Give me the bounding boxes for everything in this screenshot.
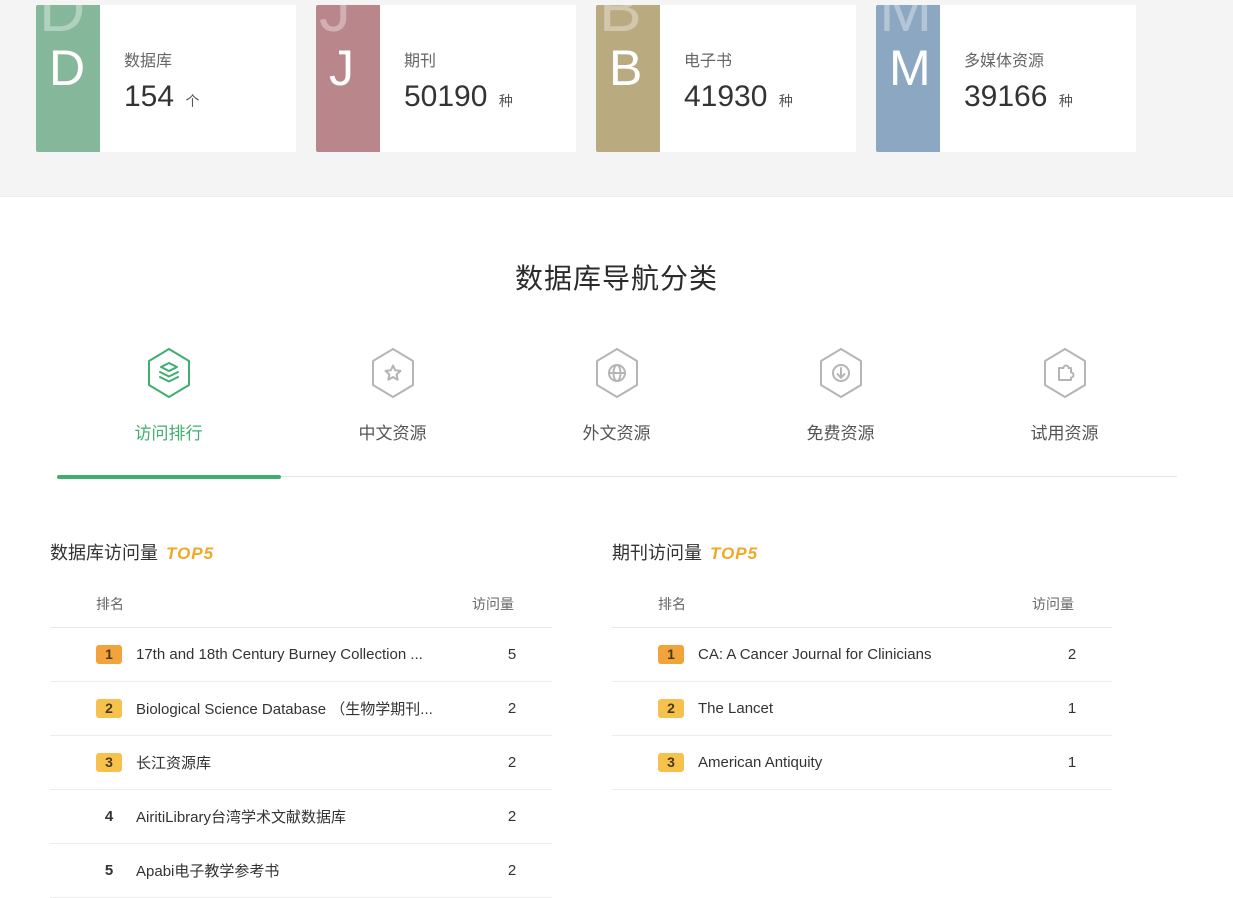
- resource-name-link[interactable]: American Antiquity: [698, 736, 1032, 790]
- rank-number: 5: [96, 862, 122, 879]
- rank-badge: 1: [96, 645, 122, 664]
- table-row[interactable]: 3 长江资源库 2: [50, 736, 552, 790]
- visits-header: 访问量: [472, 581, 552, 628]
- download-hexagon-icon: [817, 347, 865, 399]
- database-top5-badge: TOP5: [166, 544, 214, 563]
- multimedia-tile: M M: [876, 5, 940, 152]
- globe-hexagon-icon: [593, 347, 641, 399]
- journal-top5-badge: TOP5: [710, 544, 758, 563]
- resource-name-link[interactable]: CA: A Cancer Journal for Clinicians: [698, 628, 1032, 682]
- stat-card-ebook: B B 电子书 41930 种: [596, 5, 856, 152]
- tab-visit-ranking[interactable]: 访问排行: [57, 347, 281, 444]
- star-hexagon-icon: [369, 347, 417, 399]
- journal-ranking-table: 排名 访问量 1 CA: A Cancer Journal for Clinic…: [612, 581, 1112, 790]
- table-row[interactable]: 2 Biological Science Database （生物学期刊... …: [50, 682, 552, 736]
- visit-count: 5: [472, 628, 552, 682]
- resource-name-link[interactable]: Apabi电子教学参考书: [136, 844, 472, 898]
- visit-count: 2: [472, 844, 552, 898]
- journal-letter: J: [329, 43, 354, 93]
- resource-name-link[interactable]: 长江资源库: [136, 736, 472, 790]
- database-unit: 个: [186, 93, 200, 109]
- rank-number: 4: [96, 808, 122, 825]
- visit-count: 1: [1032, 682, 1112, 736]
- rank-header: 排名: [50, 581, 136, 628]
- rank-header: 排名: [612, 581, 698, 628]
- table-row[interactable]: 2 The Lancet 1: [612, 682, 1112, 736]
- tabs-underline: [57, 476, 1177, 477]
- category-tabs: 访问排行 中文资源 外文资源 免费资源 试用资源: [57, 347, 1177, 444]
- table-row[interactable]: 3 American Antiquity 1: [612, 736, 1112, 790]
- ebook-letter: B: [609, 43, 642, 93]
- visit-count: 2: [472, 736, 552, 790]
- rank-badge: 3: [658, 753, 684, 772]
- tab-free-resources-label: 免费资源: [729, 419, 953, 444]
- rank-badge: 2: [658, 699, 684, 718]
- database-ranking-table: 排名 访问量 1 17th and 18th Century Burney Co…: [50, 581, 552, 898]
- rank-badge: 1: [658, 645, 684, 664]
- table-row[interactable]: 1 CA: A Cancer Journal for Clinicians 2: [612, 628, 1112, 682]
- visit-count: 2: [472, 682, 552, 736]
- database-ranking: 数据库访问量 TOP5 排名 访问量 1 17th and 18th Centur…: [50, 539, 552, 898]
- multimedia-count: 39166: [964, 80, 1047, 114]
- ebook-ghost-letter: B: [599, 5, 642, 41]
- ebook-label: 电子书: [684, 47, 793, 71]
- stat-card-journal: J J 期刊 50190 种: [316, 5, 576, 152]
- database-letter: D: [49, 43, 85, 93]
- tab-chinese-resources-label: 中文资源: [281, 419, 505, 444]
- stat-card-database: D D 数据库 154 个: [36, 5, 296, 152]
- multimedia-ghost-letter: M: [879, 5, 932, 41]
- journal-unit: 种: [499, 93, 513, 109]
- puzzle-hexagon-icon: [1041, 347, 1089, 399]
- stats-strip: D D 数据库 154 个 J J 期刊 50190 种 B B: [0, 0, 1233, 197]
- rank-badge: 3: [96, 753, 122, 772]
- journal-tile: J J: [316, 5, 380, 152]
- multimedia-label: 多媒体资源: [964, 47, 1073, 71]
- database-ghost-letter: D: [39, 5, 85, 41]
- resource-name-link[interactable]: 17th and 18th Century Burney Collection …: [136, 628, 472, 682]
- table-row[interactable]: 1 17th and 18th Century Burney Collectio…: [50, 628, 552, 682]
- tab-free-resources[interactable]: 免费资源: [729, 347, 953, 444]
- rankings-section: 数据库访问量 TOP5 排名 访问量 1 17th and 18th Centur…: [0, 539, 1233, 898]
- resource-name-link[interactable]: AiritiLibrary台湾学术文献数据库: [136, 790, 472, 844]
- table-row[interactable]: 5 Apabi电子教学参考书 2: [50, 844, 552, 898]
- visit-count: 2: [1032, 628, 1112, 682]
- tab-chinese-resources[interactable]: 中文资源: [281, 347, 505, 444]
- journal-ghost-letter: J: [319, 5, 351, 41]
- tab-visit-ranking-label: 访问排行: [57, 419, 281, 444]
- journal-count: 50190: [404, 80, 487, 114]
- rank-badge: 2: [96, 699, 122, 718]
- visits-header: 访问量: [1032, 581, 1112, 628]
- ebook-unit: 种: [779, 93, 793, 109]
- database-label: 数据库: [124, 47, 200, 71]
- ebook-count: 41930: [684, 80, 767, 114]
- journal-ranking-title: 期刊访问量: [612, 543, 702, 563]
- tab-foreign-resources-label: 外文资源: [505, 419, 729, 444]
- resource-name-link[interactable]: Biological Science Database （生物学期刊...: [136, 682, 472, 736]
- tab-trial-resources-label: 试用资源: [953, 419, 1177, 444]
- journal-ranking: 期刊访问量 TOP5 排名 访问量 1 CA: A Cancer Journal …: [612, 539, 1112, 898]
- database-count: 154: [124, 80, 174, 114]
- tab-foreign-resources[interactable]: 外文资源: [505, 347, 729, 444]
- multimedia-unit: 种: [1059, 93, 1073, 109]
- visit-count: 2: [472, 790, 552, 844]
- ebook-tile: B B: [596, 5, 660, 152]
- active-tab-indicator: [57, 475, 281, 479]
- tab-trial-resources[interactable]: 试用资源: [953, 347, 1177, 444]
- stat-card-multimedia: M M 多媒体资源 39166 种: [876, 5, 1136, 152]
- table-row[interactable]: 4 AiritiLibrary台湾学术文献数据库 2: [50, 790, 552, 844]
- multimedia-letter: M: [889, 43, 931, 93]
- visit-count: 1: [1032, 736, 1112, 790]
- database-tile: D D: [36, 5, 100, 152]
- database-ranking-title: 数据库访问量: [50, 543, 158, 563]
- layers-hexagon-icon: [145, 347, 193, 399]
- page-title: 数据库导航分类: [0, 197, 1233, 297]
- journal-label: 期刊: [404, 47, 513, 71]
- resource-name-link[interactable]: The Lancet: [698, 682, 1032, 736]
